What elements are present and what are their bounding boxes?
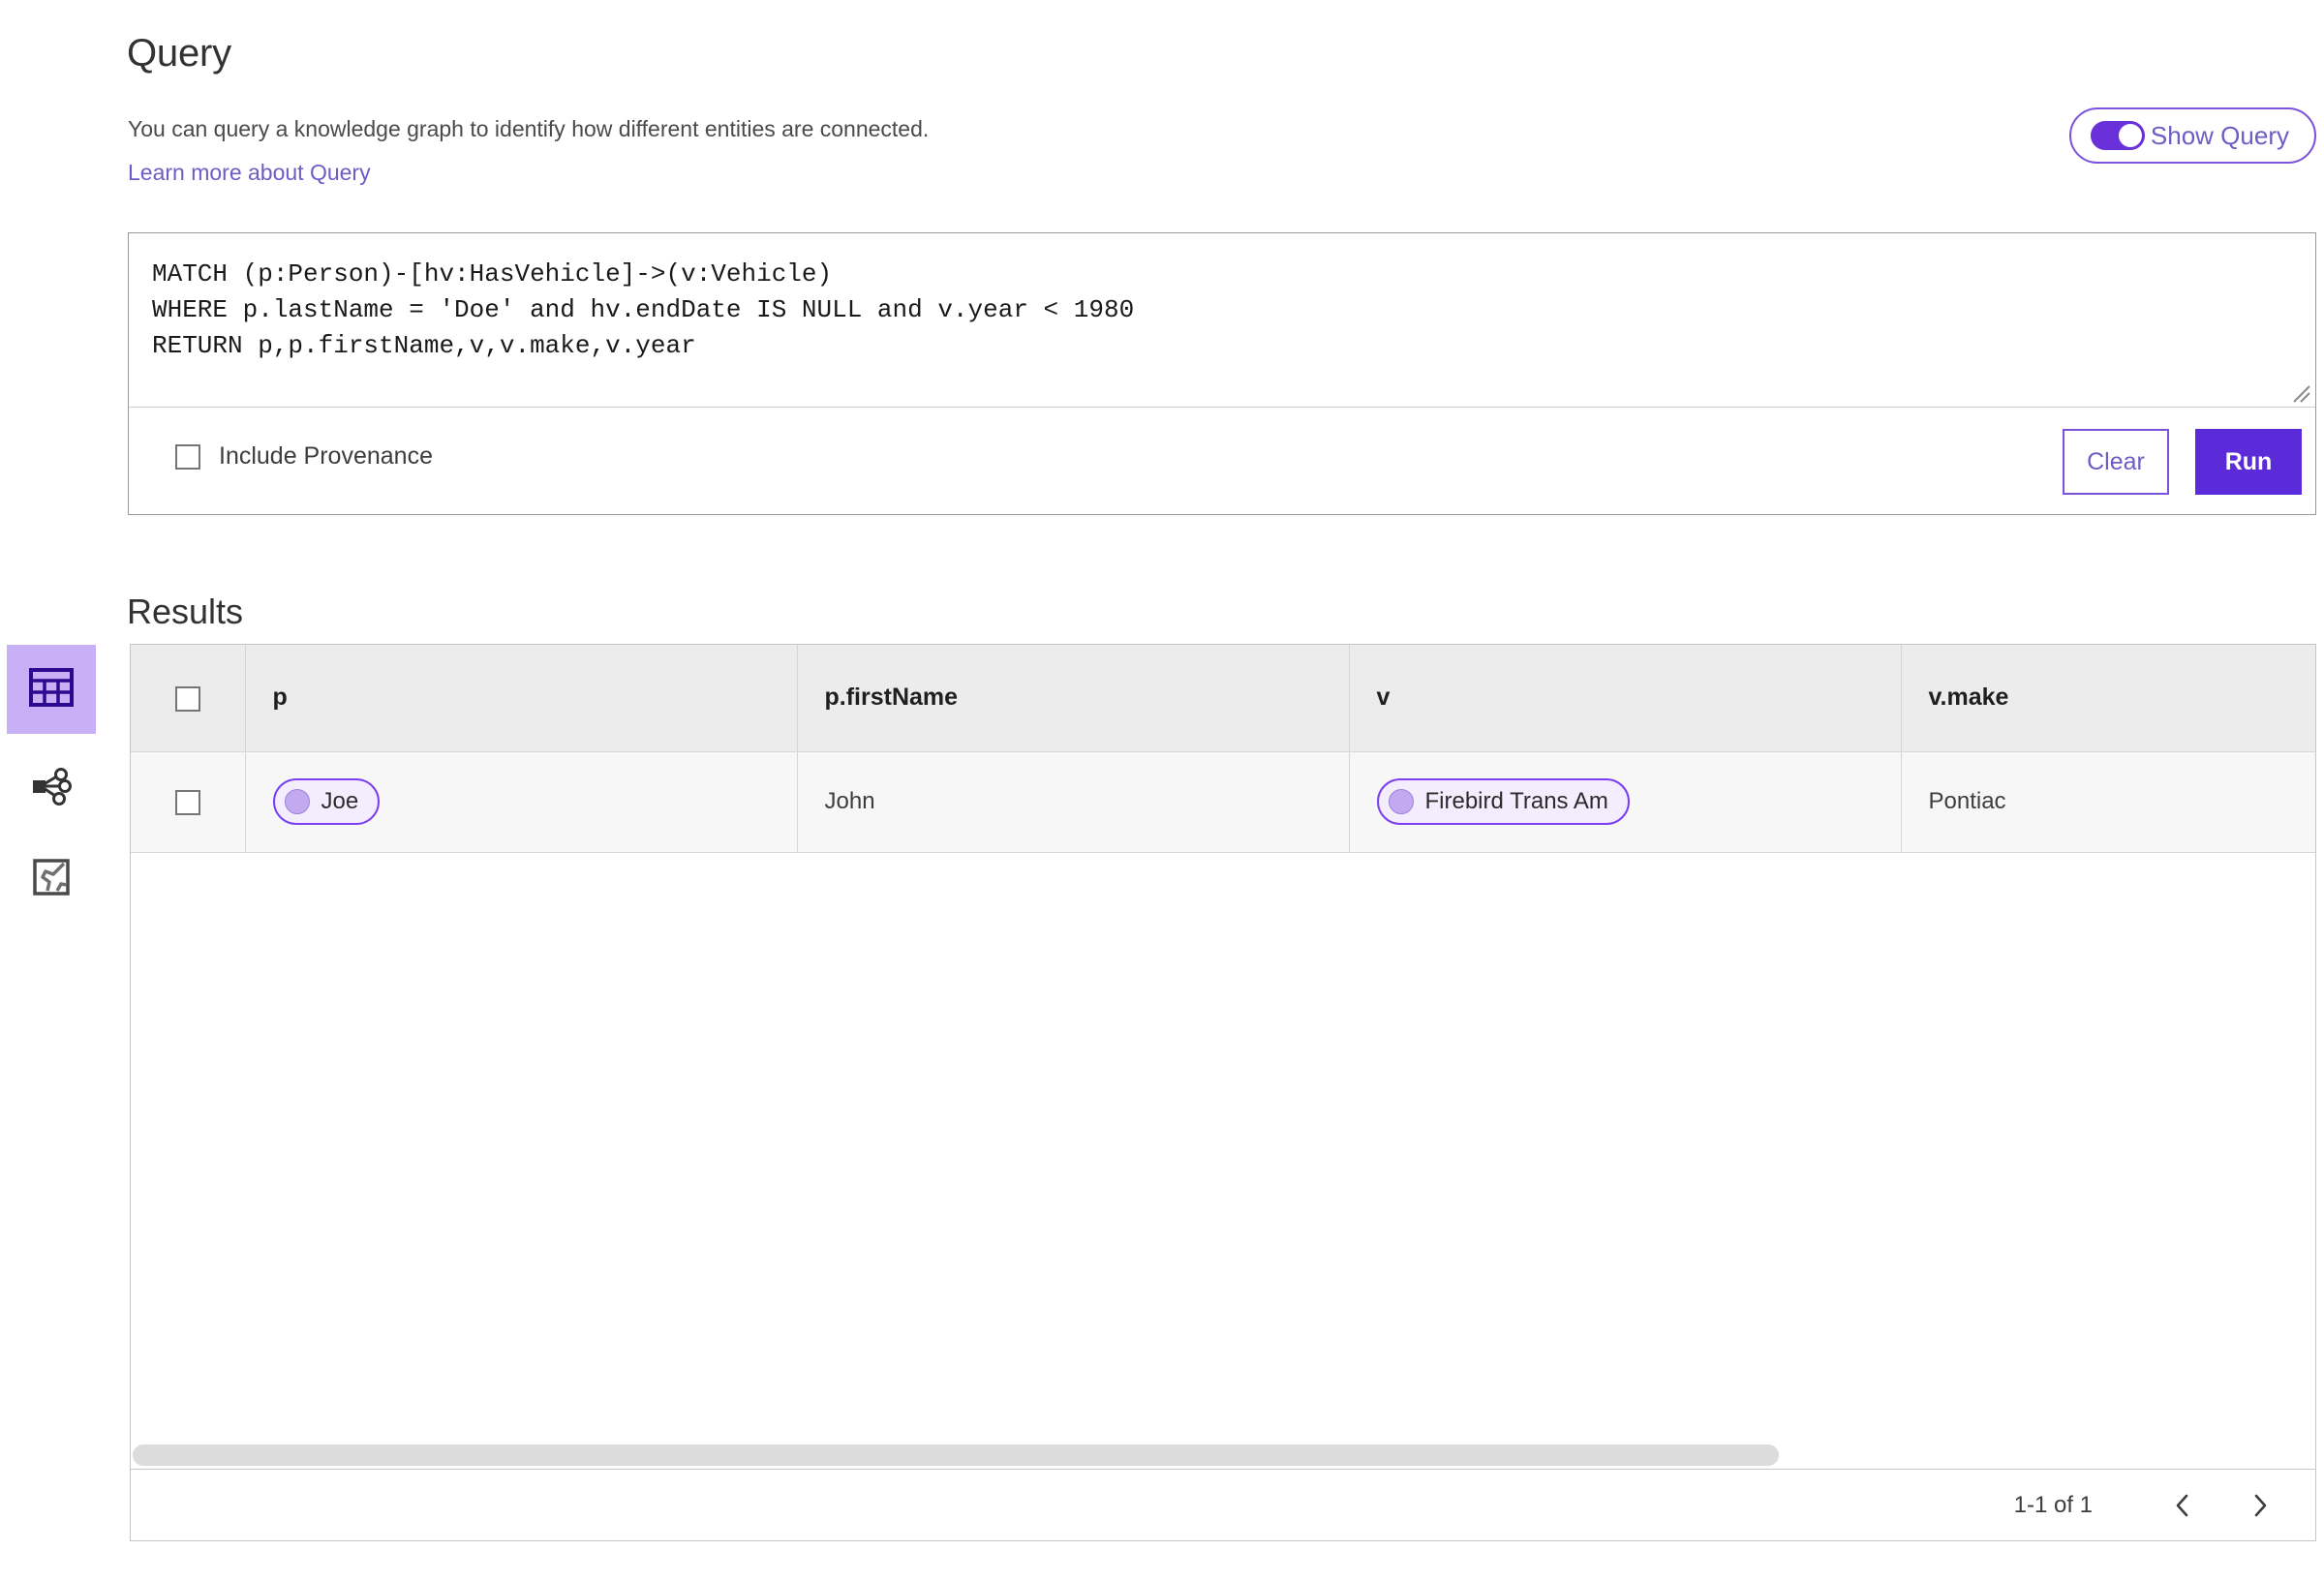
previous-page-button[interactable]	[2156, 1479, 2209, 1532]
node-dot-icon	[284, 789, 310, 814]
select-all-header	[131, 645, 246, 752]
results-panel: p p.firstName v v.make Joe John Firebird…	[130, 644, 2316, 1541]
horizontal-scrollbar[interactable]	[131, 1443, 2315, 1468]
column-header-p[interactable]: p	[245, 645, 798, 752]
include-provenance-option[interactable]: Include Provenance	[175, 442, 433, 471]
cell-p: Joe	[245, 751, 798, 853]
results-table: p p.firstName v v.make Joe John Firebird…	[131, 645, 2315, 853]
column-header-p-firstname[interactable]: p.firstName	[797, 645, 1350, 752]
table-body: Joe John Firebird Trans Am Pontiac	[131, 751, 2315, 853]
page-title: Query	[127, 31, 231, 75]
graph-node-icon	[30, 767, 73, 810]
sidebar-item-map-view[interactable]	[7, 835, 96, 924]
table-header-row: p p.firstName v v.make	[131, 645, 2315, 752]
column-header-v[interactable]: v	[1349, 645, 1902, 752]
query-editor-panel: Include Provenance Clear Run	[128, 232, 2316, 515]
horizontal-scrollbar-thumb[interactable]	[133, 1444, 1779, 1466]
table-icon	[29, 667, 74, 712]
show-query-toggle[interactable]: Show Query	[2068, 107, 2316, 164]
query-input[interactable]	[129, 233, 2315, 408]
main-content: Query You can query a knowledge graph to…	[0, 0, 2324, 1581]
cell-v: Firebird Trans Am	[1349, 751, 1902, 853]
row-select-checkbox[interactable]	[174, 789, 200, 815]
left-sidebar	[0, 0, 101, 1581]
node-chip-label: Joe	[321, 788, 359, 814]
pagination-bar: 1-1 of 1	[131, 1469, 2315, 1540]
clear-button[interactable]: Clear	[2063, 429, 2169, 495]
chevron-left-icon	[2170, 1491, 2195, 1520]
learn-more-link[interactable]: Learn more about Query	[128, 160, 371, 186]
show-query-label: Show Query	[2150, 120, 2289, 150]
table-empty-space	[131, 960, 2315, 1470]
table-row[interactable]: Joe John Firebird Trans Am Pontiac	[131, 751, 2315, 853]
pagination-range: 1-1 of 1	[2013, 1491, 2093, 1518]
row-select-cell	[131, 751, 246, 853]
toggle-switch-track[interactable]	[2090, 121, 2145, 150]
run-button[interactable]: Run	[2195, 429, 2302, 495]
sidebar-item-graph-view[interactable]	[7, 744, 96, 833]
map-icon	[32, 858, 71, 901]
table-header: p p.firstName v v.make	[131, 645, 2315, 752]
select-all-checkbox[interactable]	[174, 685, 200, 712]
next-page-button[interactable]	[2234, 1479, 2286, 1532]
node-dot-icon	[1388, 789, 1414, 814]
results-grid: p p.firstName v v.make Joe John Firebird…	[131, 645, 2315, 1470]
sidebar-item-table-view[interactable]	[7, 645, 96, 734]
node-chip-label: Firebird Trans Am	[1424, 788, 1608, 814]
column-header-v-make[interactable]: v.make	[1901, 645, 2315, 752]
include-provenance-label: Include Provenance	[219, 442, 433, 470]
node-chip-person[interactable]: Joe	[272, 778, 381, 825]
include-provenance-checkbox[interactable]	[175, 443, 200, 470]
cell-p-firstname: John	[797, 751, 1350, 853]
chevron-right-icon	[2248, 1491, 2273, 1520]
toggle-switch-knob	[2118, 124, 2142, 147]
cell-v-make: Pontiac	[1901, 751, 2315, 853]
results-title: Results	[127, 591, 244, 631]
query-page: Query You can query a knowledge graph to…	[0, 0, 2324, 1581]
query-editor-footer: Include Provenance Clear Run	[129, 408, 2315, 514]
node-chip-vehicle[interactable]: Firebird Trans Am	[1376, 778, 1630, 825]
page-description: You can query a knowledge graph to ident…	[128, 116, 930, 141]
